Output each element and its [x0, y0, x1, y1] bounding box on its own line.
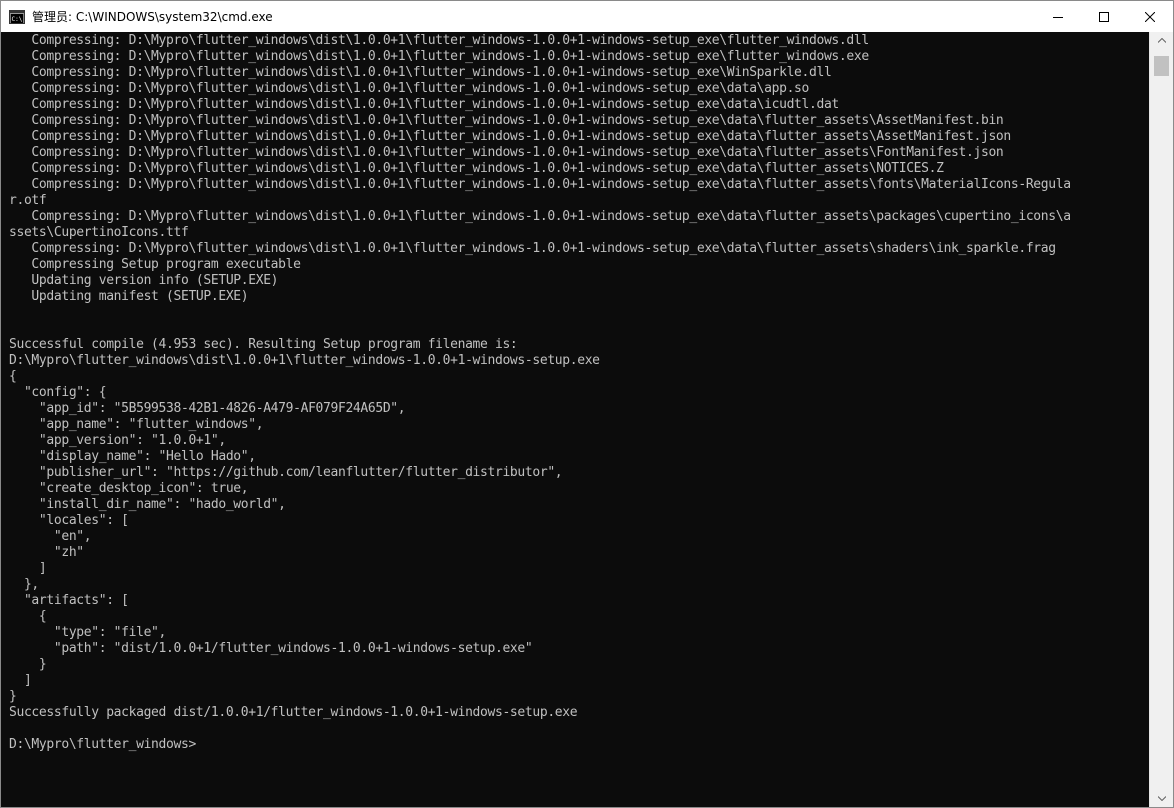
console-line: Compressing: D:\Mypro\flutter_windows\di… — [9, 65, 832, 80]
window-controls — [1035, 1, 1173, 32]
console-line: "artifacts": [ — [9, 593, 129, 608]
console-line: Compressing: D:\Mypro\flutter_windows\di… — [9, 241, 1056, 256]
scroll-thumb[interactable] — [1154, 56, 1169, 76]
console-line: "app_name": "flutter_windows", — [9, 417, 264, 432]
console-line: Compressing: D:\Mypro\flutter_windows\di… — [9, 49, 869, 64]
console-line: Compressing: D:\Mypro\flutter_windows\di… — [9, 177, 1071, 192]
console-line: "app_version": "1.0.0+1", — [9, 433, 226, 448]
console-line: ssets\CupertinoIcons.ttf — [9, 225, 189, 240]
title-bar[interactable]: C:\ 管理员: C:\WINDOWS\system32\cmd.exe — [1, 1, 1173, 32]
console-line: ] — [9, 561, 47, 576]
console-line: Updating version info (SETUP.EXE) — [9, 273, 279, 288]
console-line: r.otf — [9, 193, 47, 208]
console-line: "create_desktop_icon": true, — [9, 481, 249, 496]
scroll-down-button[interactable] — [1150, 790, 1173, 807]
console-line: Compressing: D:\Mypro\flutter_windows\di… — [9, 33, 869, 48]
console-line: } — [9, 657, 47, 672]
console-line: "install_dir_name": "hado_world", — [9, 497, 286, 512]
console-line: Compressing: D:\Mypro\flutter_windows\di… — [9, 209, 1071, 224]
scroll-up-arrow-icon — [1157, 38, 1166, 43]
console-line: }, — [9, 577, 39, 592]
console-output[interactable]: Compressing: D:\Mypro\flutter_windows\di… — [1, 32, 1149, 807]
console-line: "path": "dist/1.0.0+1/flutter_windows-1.… — [9, 641, 533, 656]
console-line: D:\Mypro\flutter_windows> — [9, 737, 196, 752]
console-line: { — [9, 609, 47, 624]
minimize-button[interactable] — [1035, 1, 1081, 32]
console-line: Successful compile (4.953 sec). Resultin… — [9, 337, 518, 352]
console-line: Compressing: D:\Mypro\flutter_windows\di… — [9, 81, 810, 96]
scroll-up-button[interactable] — [1150, 32, 1173, 49]
console-line: Compressing: D:\Mypro\flutter_windows\di… — [9, 161, 944, 176]
console-line: "en", — [9, 529, 92, 544]
close-icon — [1145, 11, 1155, 22]
console-line: "publisher_url": "https://github.com/lea… — [9, 465, 563, 480]
console-line: "type": "file", — [9, 625, 167, 640]
cmd-app-icon[interactable]: C:\ — [9, 9, 25, 25]
maximize-button[interactable] — [1081, 1, 1127, 32]
vertical-scrollbar[interactable] — [1149, 32, 1173, 807]
console-line: "zh" — [9, 545, 84, 560]
console-line: { — [9, 369, 17, 384]
console-line: Compressing: D:\Mypro\flutter_windows\di… — [9, 129, 1011, 144]
console-line: } — [9, 689, 17, 704]
svg-text:C:\: C:\ — [12, 16, 23, 23]
window-title: 管理员: C:\WINDOWS\system32\cmd.exe — [32, 10, 273, 24]
console-line: "locales": [ — [9, 513, 129, 528]
console-line: "app_id": "5B599538-42B1-4826-A479-AF079… — [9, 401, 406, 416]
console-line: "config": { — [9, 385, 107, 400]
console-text: Compressing: D:\Mypro\flutter_windows\di… — [9, 33, 1071, 753]
scroll-down-arrow-icon — [1157, 796, 1166, 801]
console-line: Compressing Setup program executable — [9, 257, 301, 272]
minimize-icon — [1053, 16, 1063, 18]
console-line: ] — [9, 673, 32, 688]
console-line: D:\Mypro\flutter_windows\dist\1.0.0+1\fl… — [9, 353, 600, 368]
maximize-icon — [1099, 11, 1109, 22]
console-line: Successfully packaged dist/1.0.0+1/flutt… — [9, 705, 578, 720]
console-line: "display_name": "Hello Hado", — [9, 449, 256, 464]
console-line: Compressing: D:\Mypro\flutter_windows\di… — [9, 113, 1004, 128]
console-line: Compressing: D:\Mypro\flutter_windows\di… — [9, 145, 1004, 160]
console-line: Compressing: D:\Mypro\flutter_windows\di… — [9, 97, 839, 112]
close-button[interactable] — [1127, 1, 1173, 32]
console-line: Updating manifest (SETUP.EXE) — [9, 289, 249, 304]
cmd-window: C:\ 管理员: C:\WINDOWS\system32\cmd.exe Com… — [0, 0, 1174, 808]
